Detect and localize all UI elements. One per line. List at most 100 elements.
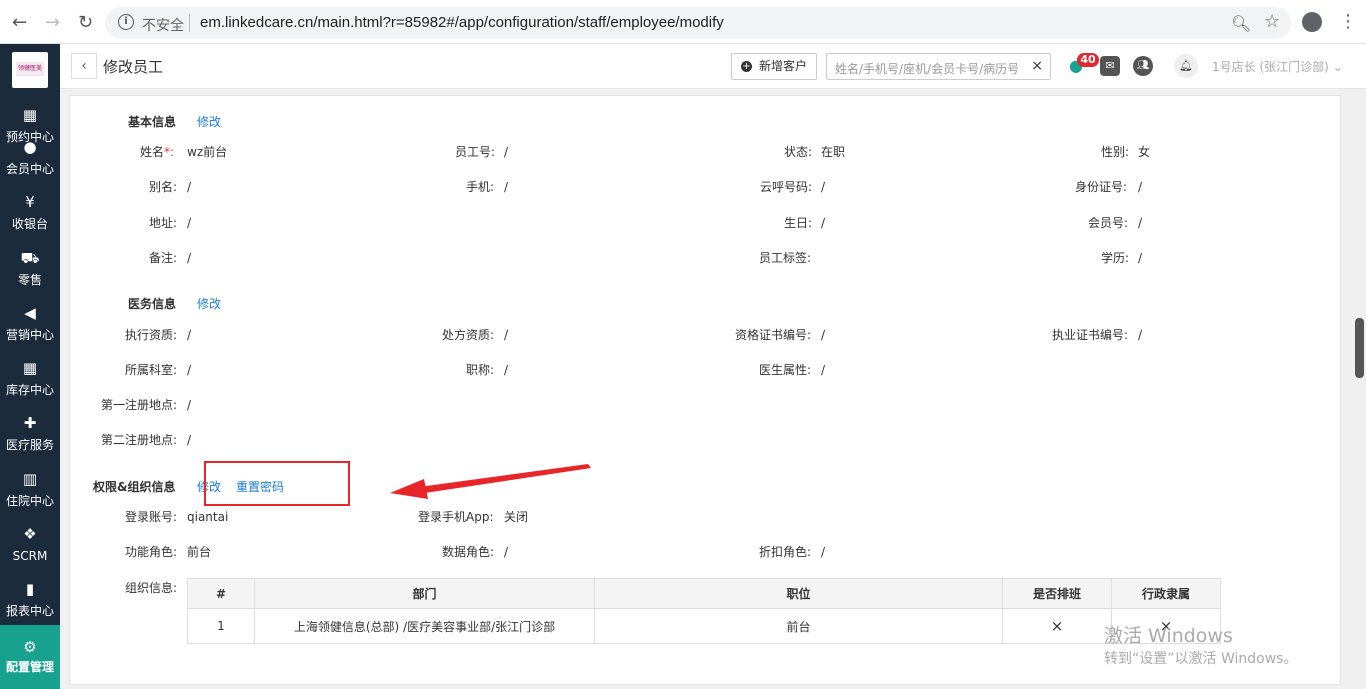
sidebar-item-label: 零售 (17, 273, 42, 287)
section-title-basic: 基本信息 (128, 115, 177, 129)
org-table: # 部门 职位 是否排班 行政隶属 1 上海领健信息(总部) /医疗美容事业部/… (187, 578, 1221, 644)
page-title: 修改员工 (103, 58, 164, 76)
role-label: 功能角色: (125, 545, 178, 559)
cell-department: 上海领健信息(总部) /医疗美容事业部/张江门诊部 (254, 608, 595, 644)
reg1-value: / (187, 398, 192, 412)
reload-icon[interactable]: ↻ (78, 12, 93, 33)
profile-icon[interactable] (1302, 12, 1322, 32)
title-label: 职称: (466, 363, 495, 377)
sidebar-item-config[interactable]: ⚙ 配置管理 (0, 625, 60, 689)
sidebar-item-label: 报表中心 (5, 604, 54, 618)
title-value: / (504, 363, 509, 377)
chevron-down-icon: ⌄ (1332, 60, 1343, 74)
menu-icon[interactable]: ⋮ (1339, 11, 1357, 32)
section-title-medical: 医务信息 (128, 297, 177, 311)
calendar-icon: ▦ (22, 106, 38, 124)
search-placeholder: 姓名/手机号/座机/会员卡号/病历号 (835, 62, 1020, 76)
edit-medical-link[interactable]: 修改 (197, 296, 221, 312)
name-value: wz前台 (187, 145, 228, 159)
birthday-value: / (821, 216, 826, 230)
arrow-shaft (418, 464, 591, 494)
zoom-icon[interactable]: 🔍︎ (1231, 14, 1251, 33)
logo[interactable]: 领健医美 (12, 52, 48, 88)
sidebar-item-label: SCRM (12, 549, 48, 563)
cubes-icon: ❖ (23, 525, 37, 543)
cloud-label: 云呼号码: (760, 180, 813, 194)
bell-icon[interactable]: 🔔︎ (1174, 54, 1198, 78)
rx-label: 处方资质: (442, 328, 495, 342)
idcard-label: 身份证号: (1075, 180, 1128, 194)
edu-label: 学历: (1101, 251, 1130, 265)
doctor-value: / (821, 363, 826, 377)
logo-text: 领健医美 (16, 62, 44, 76)
mobile-label: 手机: (466, 180, 495, 194)
sidebar: 领健医美 ▦ 预约中心 ● 会员中心 ¥ 收银台 ⛟ 零售 ◀ 营销中心 ▦ 库存中心 ✚ 医… (0, 44, 60, 689)
windows-watermark-sub: 转到“设置”以激活 Windows。 (1104, 651, 1298, 667)
sidebar-item-cashier[interactable]: ¥ 收银台 (0, 185, 60, 240)
role-value: 前台 (187, 545, 212, 559)
clear-icon[interactable]: × (1031, 58, 1043, 74)
members-icon: ● (23, 138, 37, 156)
sidebar-item-members[interactable]: ● 会员中心 (0, 130, 60, 185)
grid-icon: ▦ (22, 359, 38, 377)
forward-arrow-icon[interactable]: → (45, 12, 60, 33)
store-selector[interactable]: 1号店长 (张江门诊部) ⌄ (1212, 58, 1343, 75)
sidebar-item-label: 住院中心 (5, 494, 54, 508)
dept-label: 所属科室: (125, 363, 178, 377)
sidebar-item-retail[interactable]: ⛟ 零售 (0, 241, 60, 296)
search-input[interactable]: 姓名/手机号/座机/会员卡号/病历号 × (826, 53, 1051, 80)
addr-label: 地址: (149, 216, 178, 230)
discount-label: 折扣角色: (759, 545, 812, 559)
page-header: ‹ 修改员工 + 新增客户 姓名/手机号/座机/会员卡号/病历号 × ● 40 ✉ … (60, 44, 1366, 89)
new-customer-label: 新增客户 (758, 59, 807, 73)
license-label: 执业证书编号: (1052, 328, 1129, 342)
reg2-value: / (187, 433, 192, 447)
member-label: 会员号: (1088, 216, 1129, 230)
back-arrow-icon[interactable]: ← (12, 12, 27, 33)
url-text[interactable]: em.linkedcare.cn/main.html?r=85982#/app/… (200, 14, 724, 31)
edit-basic-link[interactable]: 修改 (197, 114, 221, 130)
info-icon[interactable]: i (118, 14, 134, 30)
alias-label: 别名: (149, 180, 178, 194)
arrow-head (390, 479, 428, 499)
annotation-arrow (390, 464, 591, 499)
plus-icon: + (741, 61, 752, 72)
sidebar-item-medical[interactable]: ✚ 医疗服务 (0, 406, 60, 461)
sidebar-item-inventory[interactable]: ▦ 库存中心 (0, 351, 60, 406)
app-label: 登录手机App: (418, 510, 494, 524)
sidebar-item-inpatient[interactable]: ▥ 住院中心 (0, 462, 60, 517)
back-button[interactable]: ‹ (71, 53, 97, 79)
sidebar-item-scrm[interactable]: ❖ SCRM (0, 517, 60, 572)
security-label: 不安全 (142, 18, 184, 34)
users-icon[interactable]: 👥︎ (1133, 56, 1153, 76)
cell-index: 1 (187, 608, 255, 644)
practice-value: / (187, 328, 192, 342)
remark-value: / (187, 251, 192, 265)
datarole-value: / (504, 545, 509, 559)
sidebar-item-reports[interactable]: ▮ 报表中心 (0, 572, 60, 627)
alias-value: / (187, 180, 192, 194)
new-customer-button[interactable]: + 新增客户 (731, 53, 817, 80)
practice-label: 执行资质: (125, 328, 178, 342)
tag-label: 员工标签: (759, 251, 812, 265)
member-value: / (1138, 216, 1143, 230)
name-label: 姓名*: (140, 145, 175, 159)
star-icon[interactable]: ☆ (1264, 11, 1280, 32)
highlight-box (204, 461, 350, 506)
app-value: 关闭 (504, 510, 529, 524)
yuan-icon: ¥ (25, 193, 35, 211)
sidebar-item-label: 库存中心 (5, 383, 54, 397)
table-header-row: # 部门 职位 是否排班 行政隶属 (187, 578, 1221, 609)
windows-watermark: 激活 Windows (1104, 625, 1233, 647)
message-icon[interactable]: ✉ (1100, 56, 1120, 76)
building-icon: ▥ (22, 470, 38, 488)
status-value: 在职 (821, 145, 846, 159)
col-admin: 行政隶属 (1111, 578, 1221, 609)
scrollbar[interactable] (1355, 318, 1364, 378)
license-value: / (1138, 328, 1143, 342)
cell-scheduling: × (1002, 608, 1112, 644)
account-value: qiantai (187, 510, 229, 524)
divider (189, 14, 190, 32)
bar-chart-icon: ▮ (25, 580, 35, 598)
sidebar-item-marketing[interactable]: ◀ 营销中心 (0, 296, 60, 351)
